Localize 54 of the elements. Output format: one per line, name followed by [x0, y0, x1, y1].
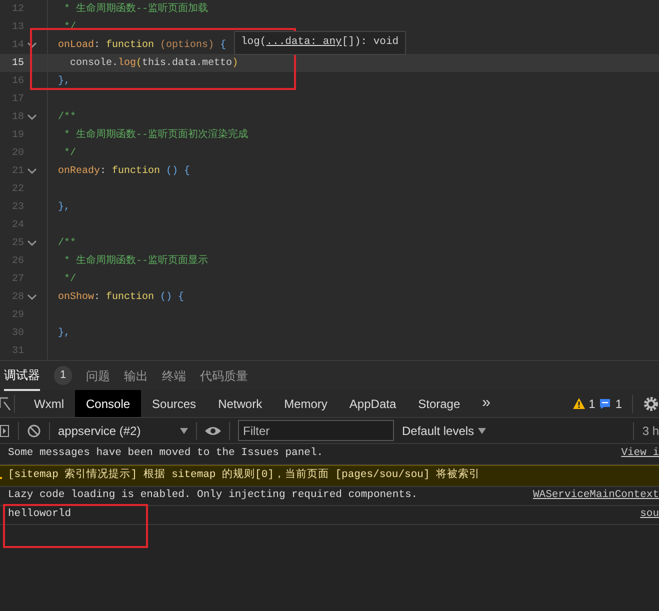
devtools-tab[interactable]: Sources [141, 390, 208, 417]
devtools-tab[interactable]: Network [207, 390, 274, 417]
code-line: }, [57, 74, 70, 88]
caret-icon [180, 428, 188, 434]
code-line: */ [63, 146, 76, 160]
devtools-tab[interactable]: Wxml [23, 390, 75, 417]
message-count: 1 [615, 396, 622, 412]
console-message: Some messages have been moved to the Issues panel. [8, 446, 324, 462]
line-number: 15 [10, 56, 24, 70]
warning-count: 1 [588, 396, 596, 412]
devtools-tab[interactable]: Memory [273, 390, 338, 417]
panel-tab[interactable]: 问题 [86, 362, 110, 390]
console-message: [sitemap 索引情况提示] 根据 sitemap 的规则[0]，当前页面 [pages/sou/sou] 将被索引 [8, 468, 480, 484]
settings-icon[interactable] [643, 396, 659, 412]
source-link[interactable]: WAServiceMainContext [532, 488, 659, 504]
more-tabs-button[interactable]: » [471, 390, 502, 417]
count-badge: 1 [54, 366, 72, 385]
code-line: /** [57, 110, 76, 124]
levels-dropdown[interactable]: Default levels [402, 422, 486, 440]
devtools-tab[interactable]: Console [75, 390, 142, 417]
panel-tab[interactable]: 代码质量 [200, 362, 248, 390]
source-link[interactable]: View i [621, 446, 659, 462]
console-message: Lazy code loading is enabled. Only injecting required components. [8, 488, 418, 504]
hidden-count: 3 h [633, 422, 659, 440]
code-line: /** [57, 236, 76, 250]
sidebar-toggle-icon[interactable] [0, 424, 10, 438]
code-line: }, [57, 326, 70, 340]
code-line: }, [57, 200, 70, 214]
fold-chevron-icon[interactable] [27, 113, 37, 121]
code-line: onLoad: function (options) { [57, 38, 226, 52]
eye-icon[interactable] [205, 426, 221, 436]
devtools-tab[interactable]: AppData [338, 390, 408, 417]
panel-tab[interactable]: 终端 [162, 362, 186, 390]
filter-field[interactable]: Filter [238, 420, 394, 441]
code-line: * 生命周期函数--监听页面初次渲染完成 [63, 128, 248, 142]
source-link[interactable]: sou [640, 507, 659, 523]
context-dropdown[interactable]: appservice (#2) [58, 422, 188, 440]
console-message: helloworld [8, 507, 72, 522]
code-line: * 生命周期函数--监听页面加载 [63, 2, 208, 16]
devtools-tab[interactable]: Storage [407, 390, 472, 417]
signature-tooltip: log(...data: any[]): void [234, 31, 406, 55]
fold-chevron-icon[interactable] [27, 239, 37, 247]
panel-tab[interactable]: 输出 [124, 362, 148, 390]
code-line: */ [63, 272, 76, 286]
fold-chevron-icon[interactable] [27, 167, 37, 175]
fold-chevron-icon[interactable] [27, 293, 37, 301]
caret-icon [478, 428, 486, 434]
code-line: * 生命周期函数--监听页面显示 [63, 254, 208, 268]
clear-icon[interactable] [27, 424, 41, 438]
code-line: console.log(this.data.metto) [69, 56, 238, 70]
fold-chevron-icon[interactable] [27, 41, 37, 49]
code-line: onShow: function () { [57, 290, 184, 304]
code-line: onReady: function () { [57, 164, 190, 178]
message-icon [599, 398, 612, 410]
